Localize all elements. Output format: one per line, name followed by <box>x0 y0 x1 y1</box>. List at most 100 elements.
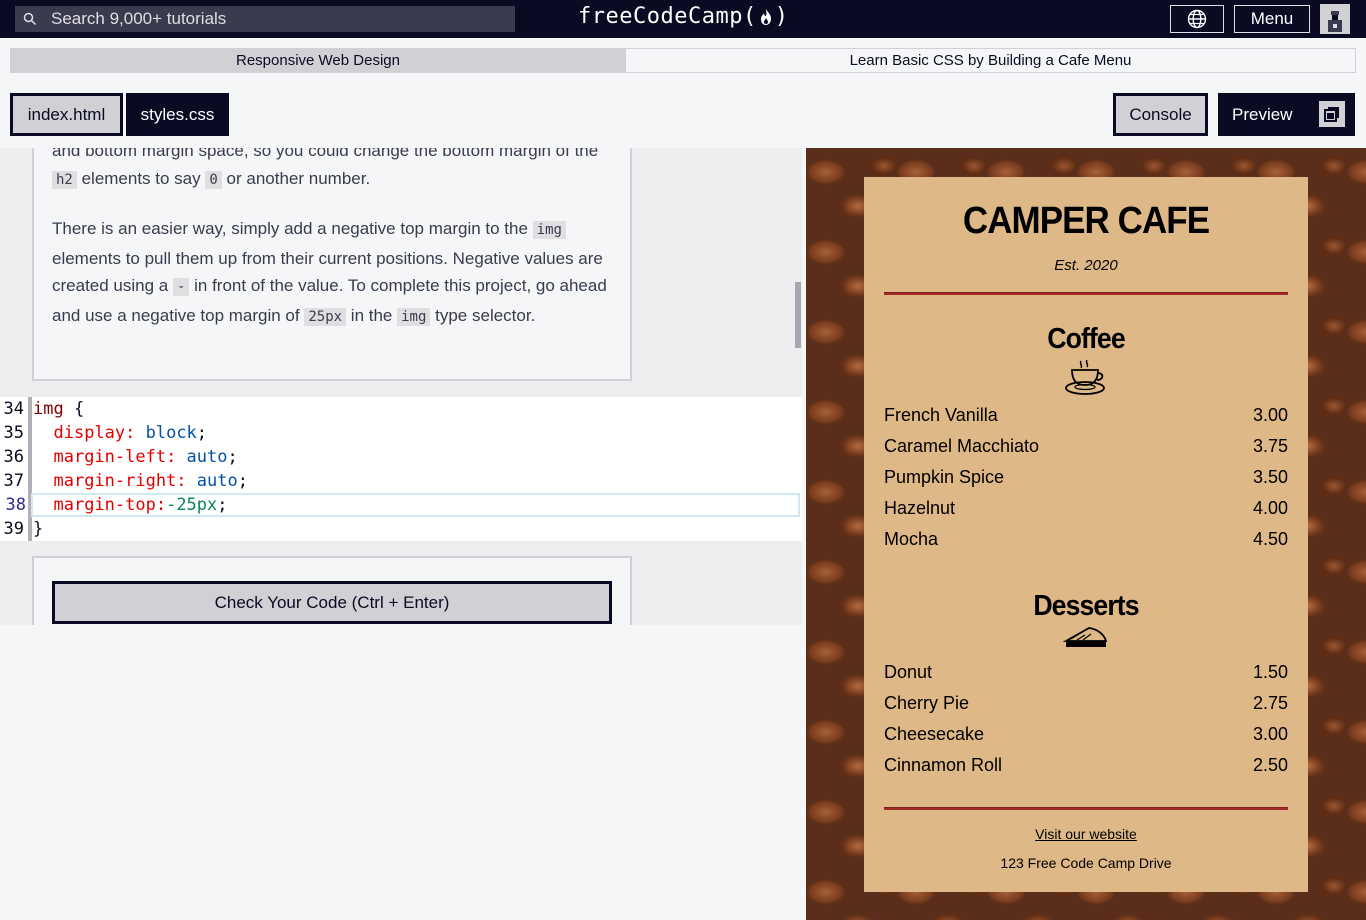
coffee-heading: Coffee <box>1047 323 1125 355</box>
inline-code: - <box>172 278 190 296</box>
item-price: 4.50 <box>1252 529 1288 549</box>
flame-icon <box>760 8 771 25</box>
search-bar[interactable] <box>15 6 515 32</box>
code-line-active[interactable]: 38 margin-top:-25px; <box>6 493 800 517</box>
popout-button[interactable] <box>1319 101 1345 127</box>
line-number: 35 <box>3 423 24 443</box>
instruction-text: or another number. <box>221 168 371 188</box>
instruction-text: in the <box>346 305 398 325</box>
action-panel: Check Your Code (Ctrl + Enter) <box>32 556 632 625</box>
logo-text: freeCodeCamp( <box>578 4 757 29</box>
line-number: 34 <box>3 399 24 419</box>
css-property: margin-top: <box>53 495 167 515</box>
item-price: 3.00 <box>1252 724 1288 744</box>
cafe-title: CAMPER CAFE <box>962 200 1210 242</box>
instruction-text: type selector. <box>430 305 536 325</box>
css-semicolon: ; <box>196 423 208 443</box>
avatar[interactable] <box>1320 4 1350 34</box>
item-name: Cinnamon Roll <box>884 755 1003 775</box>
item-price: 2.50 <box>1252 755 1288 775</box>
fcc-logo[interactable]: freeCodeCamp( ) <box>578 4 788 29</box>
popout-icon <box>1324 107 1339 122</box>
coffee-cup-icon <box>1065 359 1105 395</box>
desserts-list: Donut 1.50 Cherry Pie 2.75 Cheesecake 3.00 … <box>884 657 1288 781</box>
inline-code: img <box>397 307 431 326</box>
line-number: 39 <box>3 519 24 539</box>
menu-item: Cherry Pie 2.75 <box>884 688 1288 719</box>
search-input[interactable] <box>51 9 491 29</box>
instruction-text: elements to say <box>76 168 206 188</box>
established-text: Est. 2020 <box>1054 257 1118 274</box>
css-brace: } <box>33 519 44 539</box>
tab-styles-css[interactable]: styles.css <box>126 93 229 136</box>
css-property: margin-left: <box>53 447 177 467</box>
menu-item: Donut 1.50 <box>884 657 1288 688</box>
check-code-button[interactable]: Check Your Code (Ctrl + Enter) <box>52 581 612 624</box>
tab-index-html[interactable]: index.html <box>10 93 123 136</box>
menu-item: Cheesecake 3.00 <box>884 719 1288 750</box>
menu-item: French Vanilla 3.00 <box>884 400 1288 431</box>
code-line[interactable]: 39 } <box>0 517 802 541</box>
css-value: block <box>135 423 197 443</box>
globe-icon <box>1187 9 1207 29</box>
tab-preview[interactable]: Preview <box>1218 93 1355 136</box>
inline-code: 25px <box>304 307 347 326</box>
code-editor[interactable]: 34 img { 35 display: block; 36 margin-le… <box>0 397 802 541</box>
menu-footer: Visit our website 123 Free Code Camp Dri… <box>884 810 1288 871</box>
code-line[interactable]: 36 margin-left: auto; <box>0 445 802 469</box>
code-line[interactable]: 37 margin-right: auto; <box>0 469 802 493</box>
item-price: 4.00 <box>1252 498 1288 518</box>
scrollbar-thumb[interactable] <box>795 282 801 348</box>
cafe-menu: CAMPER CAFE Est. 2020 Coffee French Vani… <box>864 177 1308 892</box>
css-value: -25px <box>166 495 218 515</box>
css-property: margin-right: <box>53 471 187 491</box>
language-button[interactable] <box>1170 5 1224 33</box>
item-price: 1.50 <box>1252 662 1288 682</box>
breadcrumb-challenge[interactable]: Learn Basic CSS by Building a Cafe Menu <box>626 48 1356 73</box>
menu-item: Cinnamon Roll 2.50 <box>884 750 1288 781</box>
website-link[interactable]: Visit our website <box>1035 826 1137 842</box>
item-name: Donut <box>884 662 933 682</box>
item-price: 3.00 <box>1252 405 1288 425</box>
inline-code: 0 <box>205 170 222 189</box>
inline-code: img <box>532 221 566 239</box>
item-price: 3.50 <box>1252 467 1288 487</box>
address-text: 123 Free Code Camp Drive <box>1000 855 1172 871</box>
line-number: 38 <box>5 495 26 515</box>
item-name: French Vanilla <box>884 405 998 425</box>
instruction-paragraph-1: and bottom margin space, so you could ch… <box>52 148 612 194</box>
line-number: 37 <box>3 471 24 491</box>
top-nav: freeCodeCamp( ) Menu <box>0 0 1366 38</box>
divider <box>884 292 1288 295</box>
css-semicolon: ; <box>237 471 248 491</box>
code-line[interactable]: 34 img { <box>0 397 802 421</box>
css-property: display: <box>53 423 136 443</box>
desserts-heading: Desserts <box>1033 590 1139 622</box>
tab-console[interactable]: Console <box>1113 93 1208 136</box>
css-value: auto <box>176 447 228 467</box>
item-name: Mocha <box>884 529 939 549</box>
coffee-list: French Vanilla 3.00 Caramel Macchiato 3.75… <box>884 400 1288 555</box>
breadcrumb-superblock[interactable]: Responsive Web Design <box>10 48 626 73</box>
instruction-text: There is an easier way, simply add a neg… <box>52 219 533 238</box>
menu-item: Pumpkin Spice 3.50 <box>884 462 1288 493</box>
css-brace: { <box>63 399 85 419</box>
item-price: 3.75 <box>1252 436 1288 456</box>
instruction-text: and bottom margin space, so you could ch… <box>52 148 599 160</box>
avatar-icon <box>1328 11 1342 32</box>
menu-button[interactable]: Menu <box>1234 5 1310 33</box>
pie-icon-wrap <box>884 625 1288 653</box>
css-value: auto <box>186 471 238 491</box>
item-name: Cheesecake <box>884 724 985 744</box>
menu-item: Caramel Macchiato 3.75 <box>884 431 1288 462</box>
menu-item: Mocha 4.50 <box>884 524 1288 555</box>
code-line[interactable]: 35 display: block; <box>0 421 802 445</box>
line-number: 36 <box>3 447 24 467</box>
css-selector: img <box>33 399 64 419</box>
preview-pane[interactable]: CAMPER CAFE Est. 2020 Coffee French Vani… <box>806 148 1366 920</box>
instructions-pane[interactable]: and bottom margin space, so you could ch… <box>0 148 802 625</box>
item-name: Hazelnut <box>884 498 956 518</box>
item-price: 2.75 <box>1252 693 1288 713</box>
instruction-paragraph-2: There is an easier way, simply add a neg… <box>52 215 612 331</box>
inline-code: h2 <box>52 170 77 189</box>
